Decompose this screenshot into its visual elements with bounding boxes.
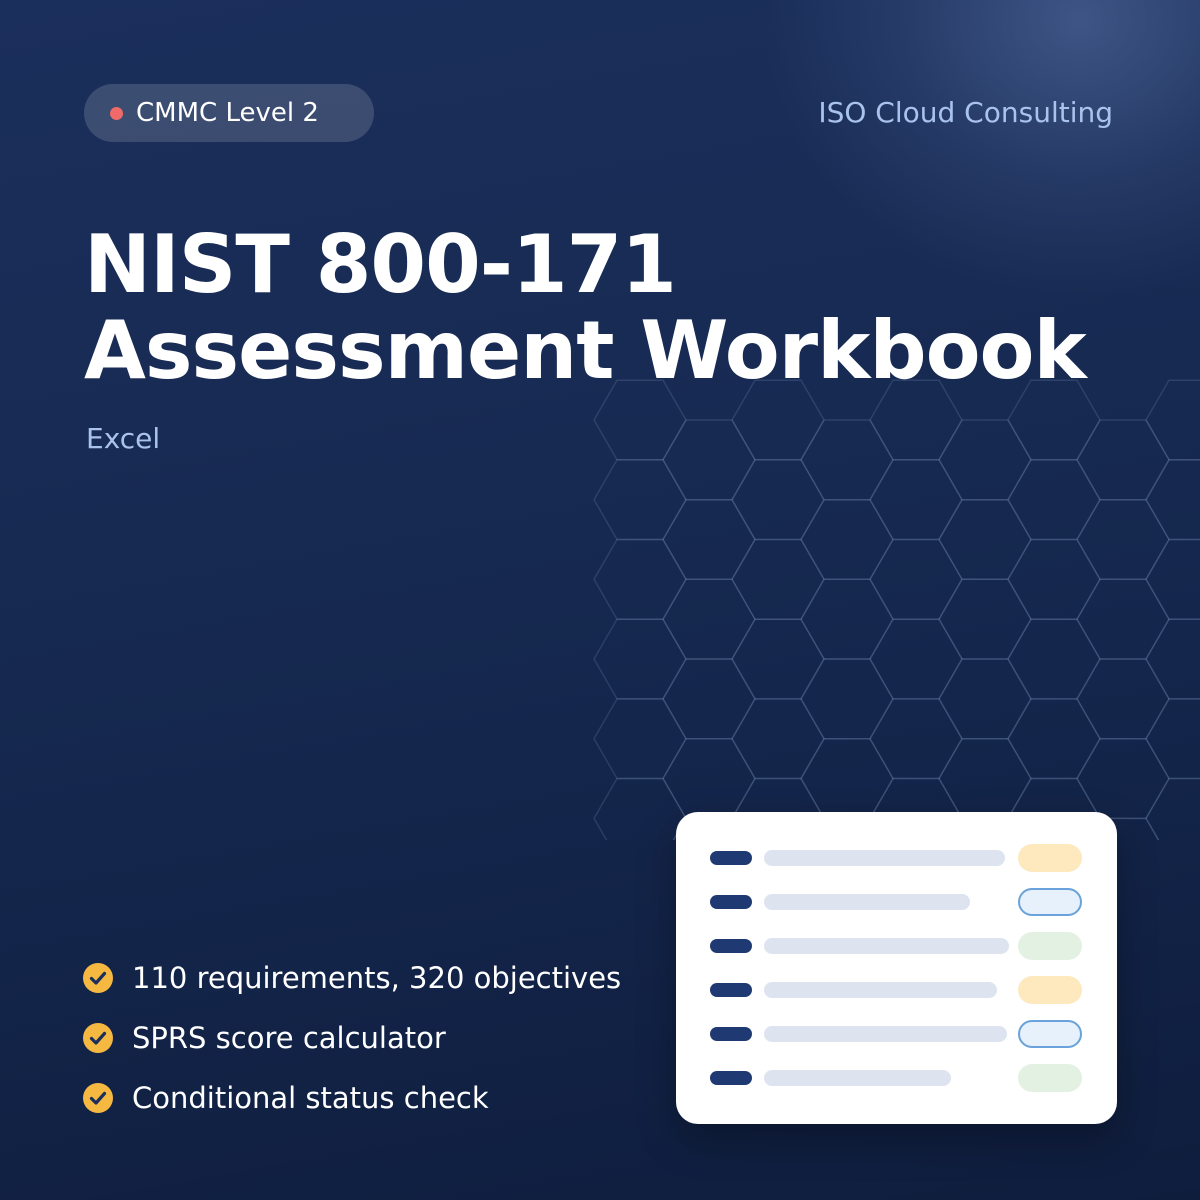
hexagon-cell xyxy=(1076,498,1170,581)
row-id-placeholder xyxy=(710,983,752,997)
hexagon-cell xyxy=(662,658,756,740)
feature-list: 110 requirements, 320 objectives SPRS sc… xyxy=(82,948,621,1128)
feature-label: SPRS score calculator xyxy=(132,1021,446,1055)
hexagon-cell xyxy=(800,737,894,820)
hexagon-cell xyxy=(800,658,894,740)
hexagon-cell xyxy=(800,578,894,660)
hexagon-pattern xyxy=(593,379,1200,840)
hexagon-cell xyxy=(1007,538,1101,620)
hexagon-cell xyxy=(1007,698,1101,780)
feature-item: 110 requirements, 320 objectives xyxy=(82,948,621,1008)
level-badge: CMMC Level 2 xyxy=(84,84,374,142)
hexagon-cell xyxy=(938,498,1032,581)
feature-item: SPRS score calculator xyxy=(82,1008,621,1068)
feature-label: 110 requirements, 320 objectives xyxy=(132,961,622,995)
row-id-placeholder xyxy=(710,1071,752,1085)
hexagon-cell xyxy=(593,698,687,780)
hexagon-cell xyxy=(731,618,825,700)
hexagon-cell xyxy=(593,618,687,700)
hexagon-cell xyxy=(869,538,963,620)
hexagon-cell xyxy=(1145,538,1200,620)
hexagon-cell xyxy=(1076,419,1170,501)
hexagon-cell xyxy=(938,578,1032,660)
hexagon-cell xyxy=(938,737,1032,820)
hexagon-cell xyxy=(1007,459,1101,541)
hexagon-cell xyxy=(662,498,756,581)
hexagon-cell xyxy=(1145,777,1200,840)
hexagon-cell xyxy=(593,777,687,840)
preview-row xyxy=(676,932,1117,960)
hexagon-cell xyxy=(1145,459,1200,541)
row-id-placeholder xyxy=(710,895,752,909)
status-pill-complete xyxy=(1018,1064,1082,1092)
row-text-placeholder xyxy=(764,894,970,910)
status-pill-pending xyxy=(1018,844,1082,872)
hexagon-cell xyxy=(662,578,756,660)
status-pill-complete xyxy=(1018,932,1082,960)
check-circle-icon xyxy=(83,963,113,993)
hexagon-cell xyxy=(1076,737,1170,820)
hexagon-cell xyxy=(869,459,963,541)
row-text-placeholder xyxy=(764,938,1009,954)
hexagon-cell xyxy=(1076,578,1170,660)
hexagon-cell xyxy=(1145,698,1200,780)
hexagon-cell xyxy=(662,419,756,501)
preview-row xyxy=(676,844,1117,872)
row-text-placeholder xyxy=(764,982,997,998)
brand-name: ISO Cloud Consulting xyxy=(818,96,1113,129)
hexagon-cell xyxy=(662,737,756,820)
spreadsheet-preview-card xyxy=(676,812,1117,1124)
badge-label: CMMC Level 2 xyxy=(136,98,319,128)
hexagon-cell xyxy=(1076,658,1170,740)
hexagon-cell xyxy=(731,538,825,620)
hexagon-cell xyxy=(869,618,963,700)
hexagon-cell xyxy=(800,419,894,501)
hexagon-cell xyxy=(593,459,687,541)
hexagon-cell xyxy=(869,698,963,780)
title-line-1: NIST 800-171 xyxy=(84,218,677,311)
cover-page: CMMC Level 2 ISO Cloud Consulting NIST 8… xyxy=(0,0,1200,1200)
feature-item: Conditional status check xyxy=(82,1068,621,1128)
hexagon-cell xyxy=(938,419,1032,501)
preview-row xyxy=(676,888,1117,916)
preview-row xyxy=(676,976,1117,1004)
hexagon-cell xyxy=(731,459,825,541)
preview-row xyxy=(676,1064,1117,1092)
page-title: NIST 800-171 Assessment Workbook xyxy=(84,218,1087,397)
check-circle-icon xyxy=(83,1083,113,1113)
format-label: Excel xyxy=(86,422,161,455)
row-text-placeholder xyxy=(764,1070,951,1086)
hexagon-cell xyxy=(800,498,894,581)
row-id-placeholder xyxy=(710,1027,752,1041)
hexagon-cell xyxy=(1145,618,1200,700)
hexagon-cell xyxy=(731,698,825,780)
status-pill-in-progress xyxy=(1018,1020,1082,1048)
preview-row xyxy=(676,1020,1117,1048)
row-text-placeholder xyxy=(764,850,1005,866)
hexagon-cell xyxy=(593,538,687,620)
title-line-2: Assessment Workbook xyxy=(84,304,1087,397)
row-id-placeholder xyxy=(710,939,752,953)
hexagon-cell xyxy=(938,658,1032,740)
check-circle-icon xyxy=(83,1023,113,1053)
status-pill-in-progress xyxy=(1018,888,1082,916)
hexagon-cell xyxy=(1145,379,1200,461)
status-pill-pending xyxy=(1018,976,1082,1004)
row-id-placeholder xyxy=(710,851,752,865)
feature-label: Conditional status check xyxy=(132,1081,489,1115)
hexagon-cell xyxy=(1007,618,1101,700)
status-dot-icon xyxy=(110,106,123,120)
row-text-placeholder xyxy=(764,1026,1007,1042)
